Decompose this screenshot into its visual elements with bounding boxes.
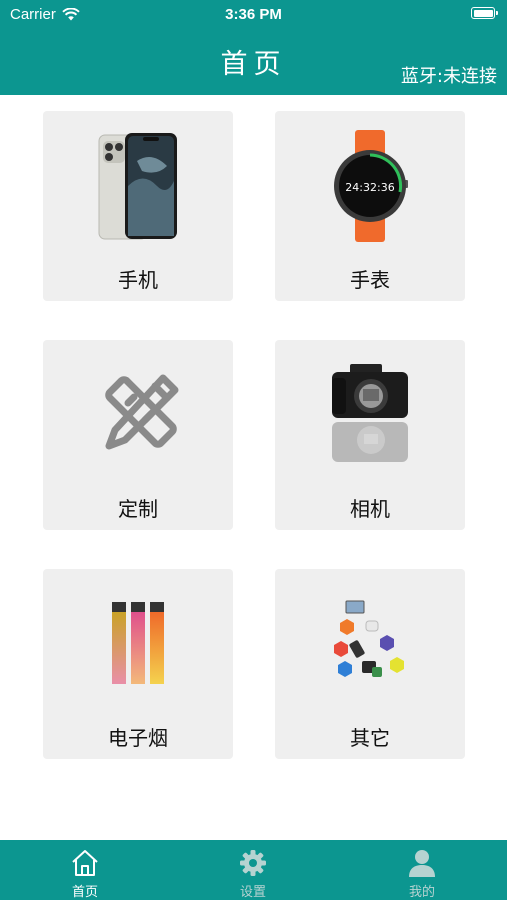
category-phone[interactable]: 手机 [43,111,233,301]
header-bar: Carrier 3:36 PM 首页 蓝牙:未连接 [0,0,507,95]
category-other[interactable]: 其它 [275,569,465,759]
category-custom[interactable]: 定制 [43,340,233,530]
category-label: 手机 [118,268,158,292]
bluetooth-status[interactable]: 蓝牙:未连接 [401,62,497,88]
category-label: 相机 [350,497,390,521]
home-icon [72,850,98,876]
tab-bar: 首页 设置 我的 [0,840,507,900]
category-label: 定制 [118,497,158,521]
watch-time-text: 24:32:36 [345,181,394,194]
phone-image [43,121,233,251]
pencil-ruler-icon [43,350,233,480]
battery-icon [471,7,498,19]
category-label: 电子烟 [108,726,168,750]
status-time: 3:36 PM [225,6,282,23]
camera-image [275,350,465,480]
watch-image: 24:32:36 [275,121,465,251]
category-label: 手表 [350,268,390,292]
category-e-cigarette[interactable]: 电子烟 [43,569,233,759]
category-camera[interactable]: 相机 [275,340,465,530]
tab-home[interactable]: 首页 [35,840,135,900]
e-cigarette-image [43,579,233,709]
gear-icon [240,850,266,876]
category-label: 其它 [350,726,390,750]
user-icon [409,850,435,877]
tab-settings[interactable]: 设置 [203,840,303,900]
category-watch[interactable]: 24:32:36 手表 [275,111,465,301]
tab-label: 我的 [408,885,435,900]
tab-label: 设置 [239,885,266,900]
tab-label: 首页 [71,885,98,900]
tab-mine[interactable]: 我的 [372,840,472,900]
status-bar: Carrier 3:36 PM [0,0,507,30]
other-devices-image [275,579,465,709]
